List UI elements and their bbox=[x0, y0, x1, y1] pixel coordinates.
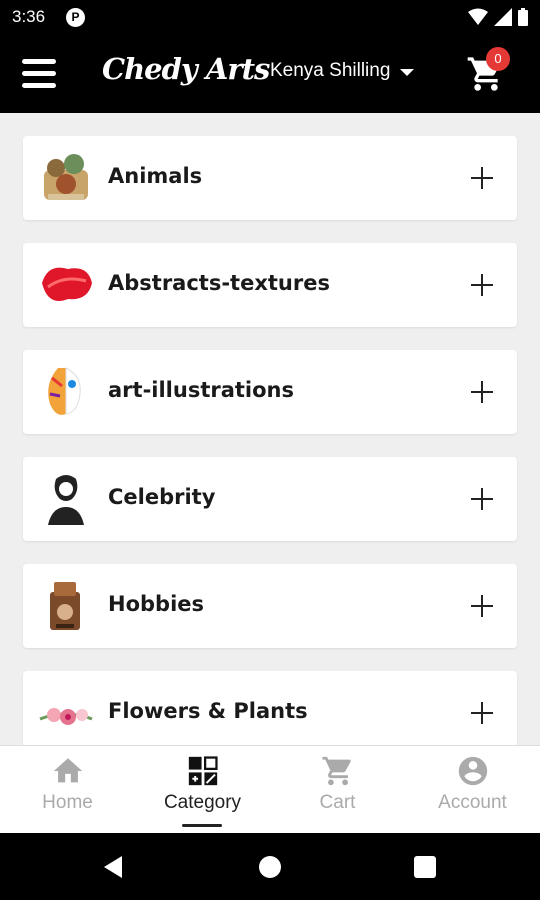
nav-label: Account bbox=[438, 792, 507, 813]
battery-icon bbox=[518, 8, 528, 26]
status-bar: 3:36 P bbox=[0, 0, 540, 36]
expand-plus-icon[interactable] bbox=[471, 701, 495, 725]
home-icon bbox=[53, 758, 82, 783]
back-icon[interactable] bbox=[104, 856, 122, 878]
illustration-thumbnail bbox=[48, 367, 81, 415]
animals-thumbnail bbox=[44, 154, 88, 200]
expand-plus-icon[interactable] bbox=[471, 594, 495, 618]
caret-down-icon bbox=[400, 68, 415, 76]
expand-plus-icon[interactable] bbox=[471, 166, 495, 190]
home-circle-icon[interactable] bbox=[259, 856, 281, 878]
recents-icon[interactable] bbox=[414, 856, 436, 878]
menu-button[interactable] bbox=[22, 56, 58, 92]
category-label: Hobbies bbox=[108, 592, 205, 616]
celebrity-thumbnail bbox=[48, 475, 84, 525]
category-label: art-illustrations bbox=[108, 378, 295, 402]
expand-plus-icon[interactable] bbox=[471, 487, 495, 511]
app-bar: Chedy Arts Kenya Shilling 0 bbox=[0, 36, 540, 113]
expand-plus-icon[interactable] bbox=[471, 273, 495, 297]
flowers-thumbnail bbox=[39, 708, 93, 725]
hobbies-thumbnail bbox=[50, 582, 80, 630]
cart-icon bbox=[321, 756, 351, 786]
abstract-thumbnail bbox=[42, 267, 92, 301]
nav-category[interactable]: Category bbox=[135, 746, 270, 834]
system-icons bbox=[468, 8, 528, 26]
category-label: Abstracts-textures bbox=[108, 271, 330, 295]
bottom-navigation: Home Category Cart Account bbox=[0, 745, 540, 833]
system-navigation-bar bbox=[0, 833, 540, 900]
cart-count-badge: 0 bbox=[486, 47, 510, 71]
nav-home[interactable]: Home bbox=[0, 746, 135, 834]
category-item-abstracts-textures[interactable]: Abstracts-textures bbox=[23, 243, 517, 327]
category-label: Flowers & Plants bbox=[108, 699, 308, 723]
nav-cart[interactable]: Cart bbox=[270, 746, 405, 834]
active-tab-indicator bbox=[182, 824, 222, 827]
nav-label: Cart bbox=[319, 792, 356, 813]
category-item-flowers-plants[interactable]: Flowers & Plants bbox=[23, 671, 517, 745]
category-item-animals[interactable]: Animals bbox=[23, 136, 517, 220]
category-label: Celebrity bbox=[108, 485, 216, 509]
account-icon bbox=[458, 756, 487, 786]
brand-logo: Chedy Arts bbox=[102, 52, 270, 86]
category-label: Animals bbox=[108, 164, 203, 188]
category-item-hobbies[interactable]: Hobbies bbox=[23, 564, 517, 648]
nav-account[interactable]: Account bbox=[405, 746, 540, 834]
signal-icon bbox=[494, 8, 512, 26]
category-list: Animals Abstracts-textures art-illustrat… bbox=[0, 113, 540, 745]
status-time: 3:36 bbox=[12, 7, 46, 26]
nav-label: Home bbox=[42, 792, 93, 813]
category-item-celebrity[interactable]: Celebrity bbox=[23, 457, 517, 541]
wifi-icon bbox=[468, 8, 488, 25]
category-item-art-illustrations[interactable]: art-illustrations bbox=[23, 350, 517, 434]
nav-label: Category bbox=[163, 792, 242, 813]
category-icon bbox=[188, 756, 218, 786]
currency-label: Kenya Shilling bbox=[270, 60, 391, 81]
currency-selector[interactable]: Kenya Shilling bbox=[270, 60, 415, 82]
expand-plus-icon[interactable] bbox=[471, 380, 495, 404]
notification-icon: P bbox=[66, 8, 85, 27]
